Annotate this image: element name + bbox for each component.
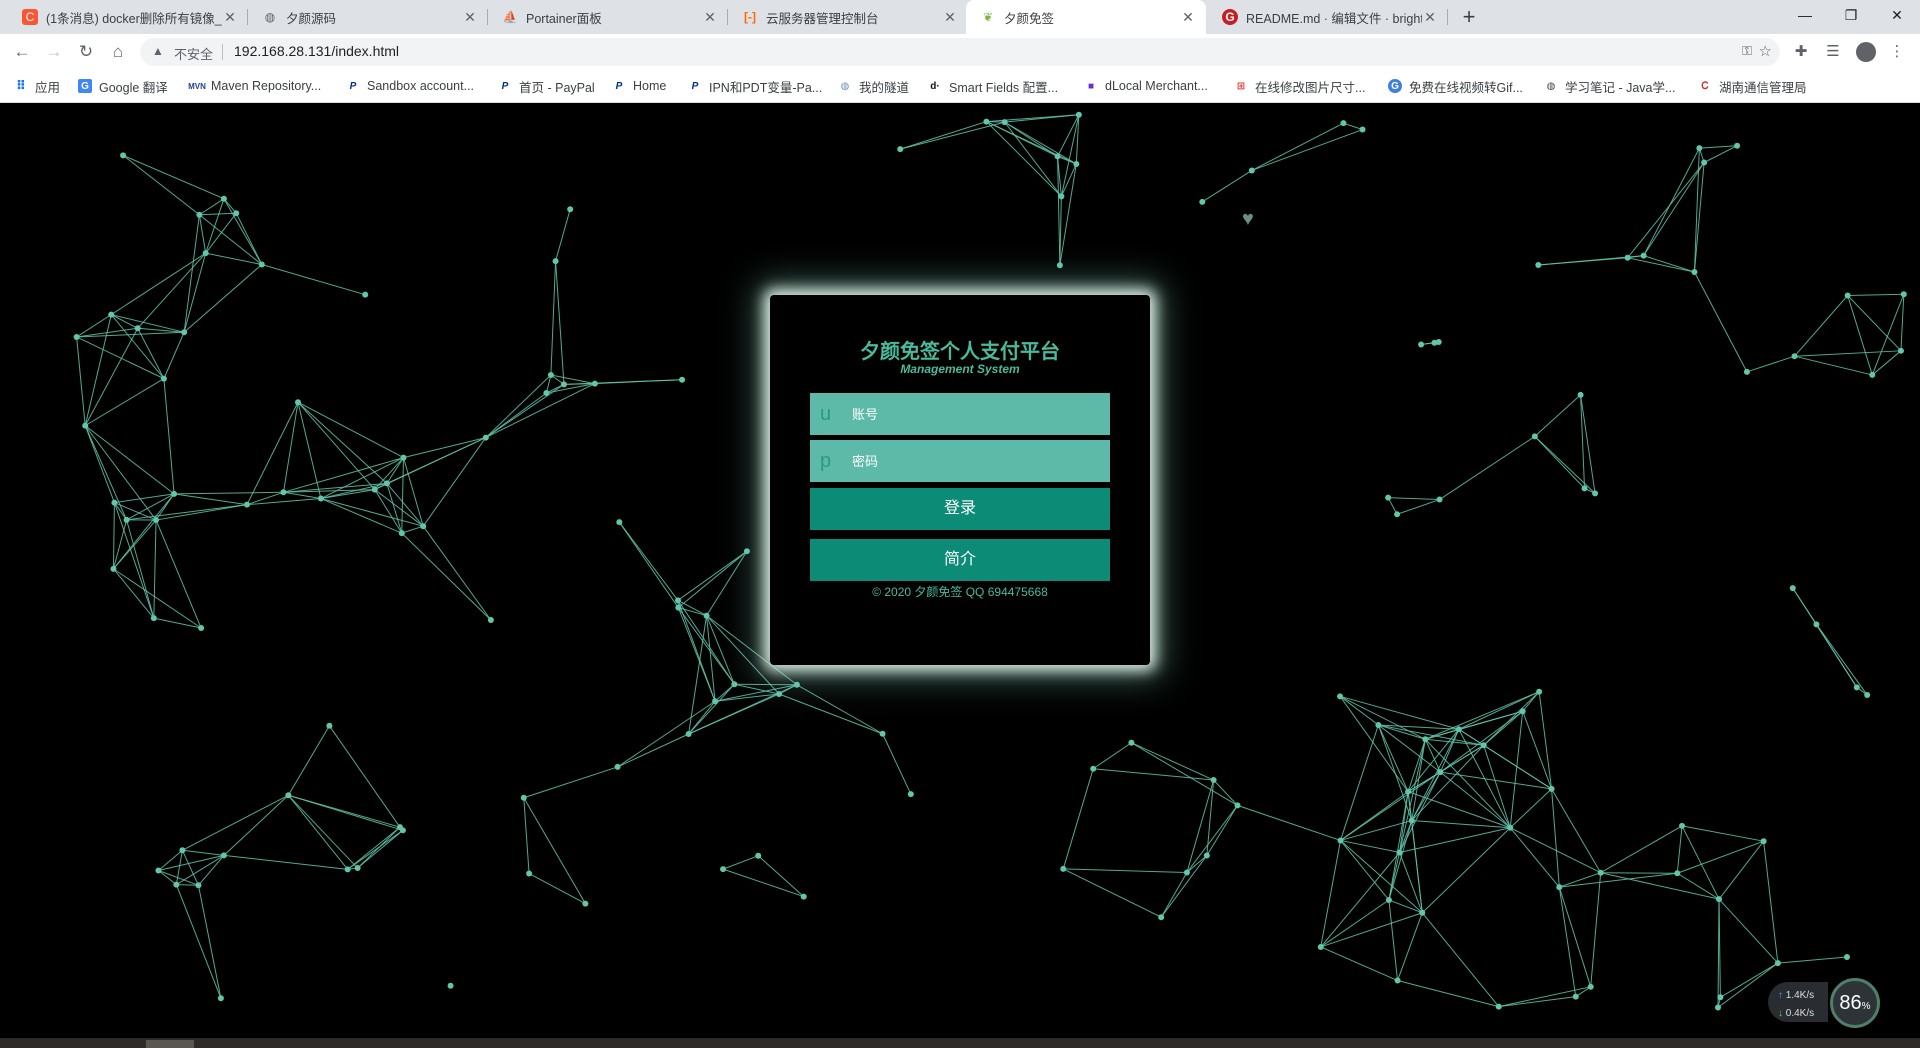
forward-icon[interactable]: →: [42, 40, 66, 64]
copyright-text: © 2020 夕颜免签 QQ 694475668: [872, 585, 1048, 599]
memory-gauge: 86%: [1830, 978, 1880, 1028]
net-stats: ↑ 1.4K/s ↓ 0.4K/s: [1768, 982, 1828, 1022]
csdn-icon: C: [22, 9, 38, 25]
page-content: ♥ 夕颜免签个人支付平台 Management System u p 登录 简介…: [0, 103, 1920, 1038]
browser-toolbar: ← → ↻ ⌂ ▲ 不安全 192.168.28.131/index.html …: [0, 34, 1920, 70]
gitee-icon: G: [1222, 9, 1238, 25]
dlocal-icon: d·: [930, 80, 940, 92]
video-gif-icon: G: [1388, 79, 1402, 93]
bookmark-ipn-pdt[interactable]: P IPN和PDT变量-Pa...: [688, 70, 823, 102]
tab-title: 夕颜免签: [1004, 11, 1055, 26]
close-icon[interactable]: ✕: [1422, 9, 1438, 26]
bookmark-study-notes[interactable]: ◍ 学习笔记 - Java学...: [1544, 70, 1676, 102]
google-translate-icon: G: [78, 79, 92, 93]
menu-kebab-icon[interactable]: ⋮: [1886, 41, 1908, 63]
username-field[interactable]: u: [810, 393, 1110, 435]
close-icon[interactable]: ✕: [942, 9, 958, 26]
paypal-icon: P: [691, 80, 699, 92]
tab-aliyun[interactable]: [-] 云服务器管理控制台 ✕: [728, 0, 968, 34]
taskbar-pinned-item[interactable]: [146, 1040, 194, 1048]
restore-icon[interactable]: ❐: [1828, 0, 1874, 34]
bookmark-video-gif[interactable]: G 免费在线视频转Gif...: [1388, 70, 1523, 102]
key-icon[interactable]: ⚿: [1742, 43, 1752, 59]
network-monitor-widget[interactable]: ↑ 1.4K/s ↓ 0.4K/s 86%: [1768, 978, 1886, 1028]
taskbar: [0, 1038, 1920, 1048]
tab-csdn[interactable]: C (1条消息) docker删除所有镜像_ ✕: [8, 0, 248, 34]
globe-icon: ◍: [264, 10, 276, 24]
bookmark-sandbox[interactable]: P Sandbox account...: [346, 70, 474, 102]
paypal-icon: P: [615, 80, 623, 92]
bookmark-star-icon[interactable]: ☆: [1759, 42, 1772, 60]
password-input[interactable]: [852, 440, 1102, 482]
bookmark-paypal-home[interactable]: P 首页 - PayPal: [498, 70, 595, 102]
login-button[interactable]: 登录: [810, 488, 1110, 530]
heart-icon: ♥: [1242, 208, 1254, 230]
tab-strip: C (1条消息) docker删除所有镜像_ ✕ ◍ 夕颜源码 ✕ ⛵ Port…: [0, 0, 1920, 34]
dlocal-merchant-icon: ■: [1087, 80, 1095, 92]
profile-avatar-icon[interactable]: [1856, 42, 1876, 62]
tab-title: Portainer面板: [526, 11, 602, 26]
paypal-icon: P: [349, 80, 357, 92]
bookmark-smart-fields[interactable]: d· Smart Fields 配置...: [928, 70, 1058, 102]
bookmark-apps[interactable]: ⠿ 应用: [14, 70, 60, 102]
bookmark-my-tunnel[interactable]: ◍ 我的隧道: [838, 70, 909, 102]
resize-icon: ⊞: [1236, 80, 1246, 92]
reading-list-icon[interactable]: ☰: [1822, 41, 1844, 63]
intro-button[interactable]: 简介: [810, 539, 1110, 581]
warning-icon: ▲: [152, 44, 164, 58]
bookmark-maven[interactable]: MVN Maven Repository...: [188, 70, 321, 102]
url-text[interactable]: 192.168.28.131/index.html: [234, 43, 399, 59]
tab-portainer[interactable]: ⛵ Portainer面板 ✕: [488, 0, 728, 34]
notes-icon: ◍: [1546, 80, 1556, 92]
bookmarks-bar: ⠿ 应用 G Google 翻译 MVN Maven Repository...…: [0, 70, 1920, 103]
tab-title: 夕颜源码: [286, 11, 337, 26]
leaf-icon: ❦: [982, 10, 994, 24]
globe-icon: ◍: [840, 80, 850, 92]
upload-speed: ↑ 1.4K/s: [1778, 990, 1815, 1001]
window-close-icon[interactable]: ✕: [1874, 0, 1920, 34]
apps-grid-icon: ⠿: [15, 78, 27, 93]
bookmark-dlocal-merchant[interactable]: ■ dLocal Merchant...: [1084, 70, 1208, 102]
bookmark-google-translate[interactable]: G Google 翻译: [78, 70, 168, 102]
bookmark-home[interactable]: P Home: [612, 70, 667, 102]
download-speed: ↓ 0.4K/s: [1778, 1008, 1815, 1019]
tab-gitee[interactable]: G README.md · 编辑文件 · bright ✕: [1208, 0, 1448, 34]
tab-title: 云服务器管理控制台: [766, 11, 879, 26]
login-panel: 夕颜免签个人支付平台 Management System u p 登录 简介 ©…: [770, 295, 1150, 665]
paypal-icon: P: [501, 80, 509, 92]
tab-xiyan-source[interactable]: ◍ 夕颜源码 ✕: [248, 0, 488, 34]
password-field[interactable]: p: [810, 440, 1110, 482]
back-icon[interactable]: ←: [10, 40, 34, 64]
tab-title: (1条消息) docker删除所有镜像_: [46, 11, 222, 26]
reload-icon[interactable]: ↻: [74, 40, 98, 64]
maven-icon: MVN: [188, 81, 206, 91]
portainer-icon: ⛵: [502, 10, 518, 24]
security-label[interactable]: 不安全: [174, 44, 213, 63]
close-icon[interactable]: ✕: [702, 9, 718, 26]
close-icon[interactable]: ✕: [222, 9, 238, 26]
tab-xiyan-active[interactable]: ❦ 夕颜免签 ✕: [966, 0, 1206, 34]
password-prefix: p: [820, 450, 832, 472]
aliyun-icon: [-]: [744, 10, 756, 24]
username-prefix: u: [820, 403, 832, 425]
home-icon[interactable]: ⌂: [106, 40, 130, 64]
bookmark-hunan-telecom[interactable]: Ꮯ 湖南通信管理局: [1698, 70, 1806, 102]
new-tab-button[interactable]: +: [1454, 0, 1484, 34]
extensions-icon[interactable]: ✚: [1790, 41, 1812, 63]
login-title: 夕颜免签个人支付平台: [860, 341, 1060, 363]
address-bar[interactable]: ▲ 不安全 192.168.28.131/index.html ⚿ ☆: [140, 38, 1780, 66]
close-icon[interactable]: ✕: [462, 9, 478, 26]
username-input[interactable]: [852, 393, 1102, 435]
login-subtitle: Management System: [900, 362, 1020, 376]
minimize-icon[interactable]: —: [1782, 0, 1828, 34]
bookmark-image-resize[interactable]: ⊞ 在线修改图片尺寸...: [1234, 70, 1366, 102]
tab-title: README.md · 编辑文件 · bright: [1246, 11, 1422, 26]
close-icon[interactable]: ✕: [1180, 9, 1196, 26]
telecom-icon: Ꮯ: [1701, 80, 1709, 92]
